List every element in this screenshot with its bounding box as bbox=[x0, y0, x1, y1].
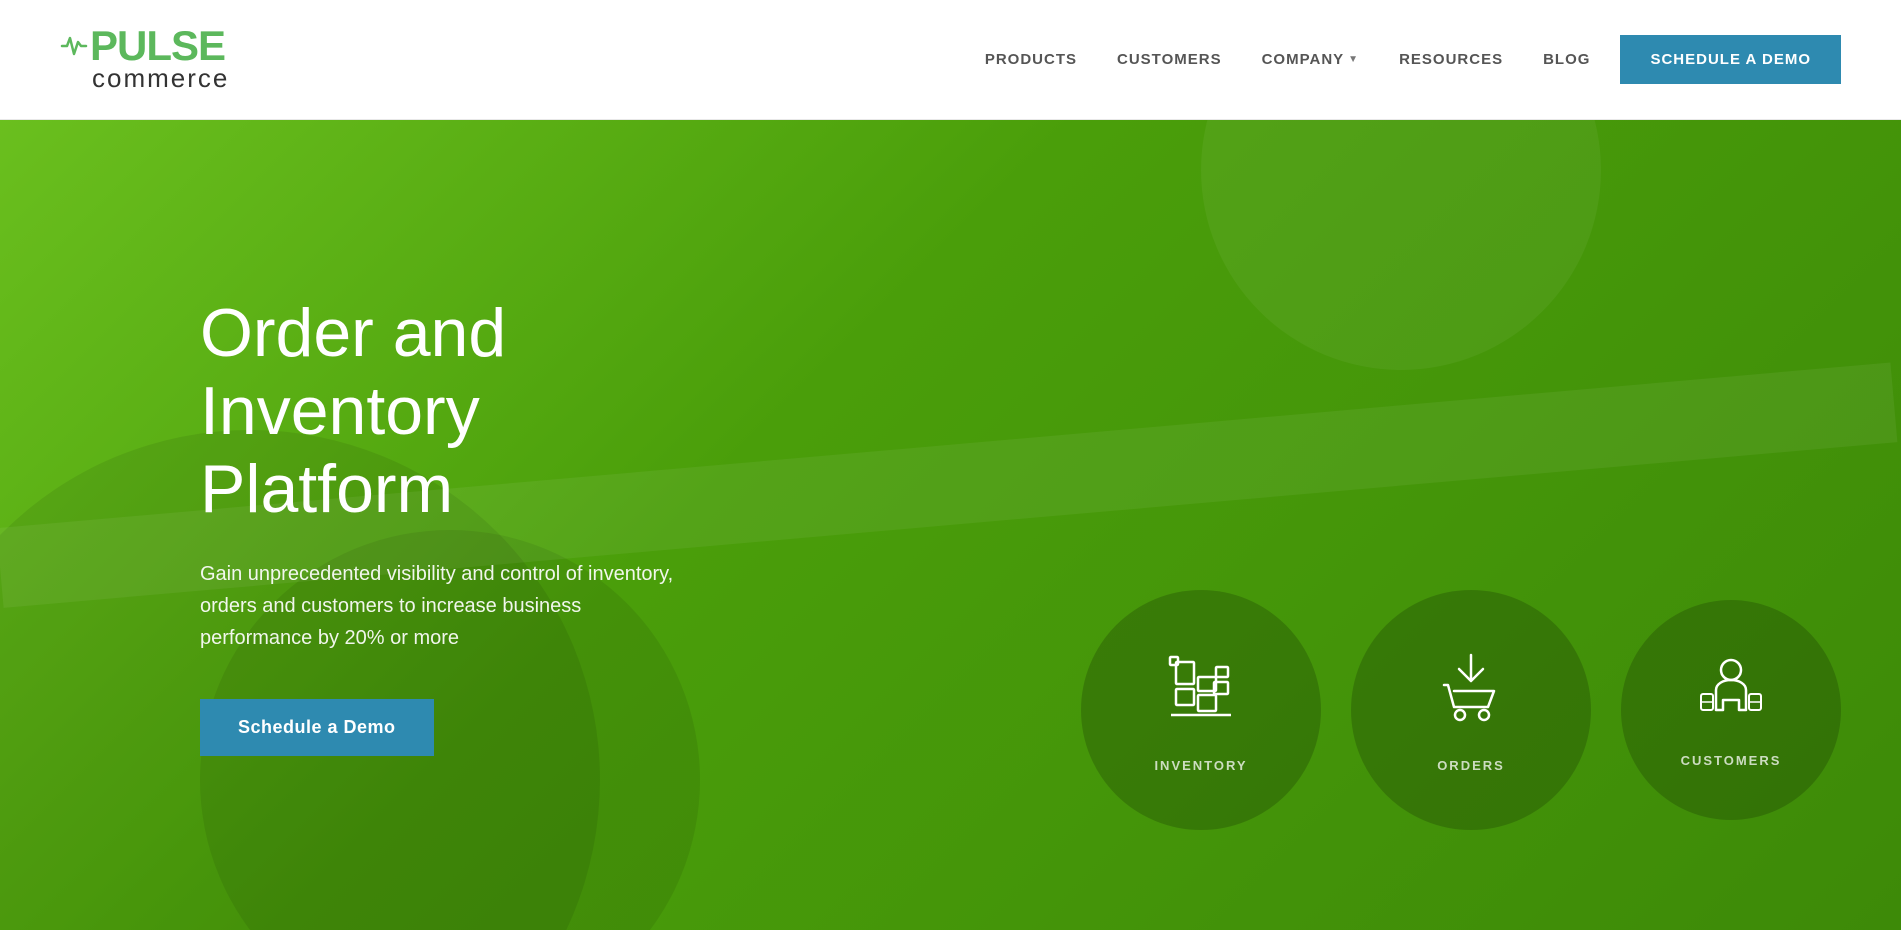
hero-content: Order and Inventory Platform Gain unprec… bbox=[0, 214, 750, 837]
hero-section: Order and Inventory Platform Gain unprec… bbox=[0, 120, 1901, 930]
orders-label: ORDERS bbox=[1437, 758, 1505, 773]
nav-item-customers[interactable]: CUSTOMERS bbox=[1117, 51, 1222, 68]
inventory-icon bbox=[1156, 647, 1246, 742]
logo[interactable]: PULSE commerce bbox=[60, 25, 229, 94]
hero-title: Order and Inventory Platform bbox=[200, 294, 690, 529]
header-schedule-demo-button[interactable]: SCHEDULE A DEMO bbox=[1620, 35, 1841, 84]
feature-customers[interactable]: CUSTOMERS bbox=[1621, 600, 1841, 820]
feature-orders[interactable]: ORDERS bbox=[1351, 590, 1591, 830]
feature-inventory[interactable]: INVENTORY bbox=[1081, 590, 1321, 830]
hero-features: INVENTORY ORDERS bbox=[1081, 590, 1841, 830]
customers-icon bbox=[1691, 652, 1771, 737]
logo-pulse: PULSE bbox=[60, 25, 229, 67]
orders-icon bbox=[1426, 647, 1516, 742]
inventory-label: INVENTORY bbox=[1154, 758, 1247, 773]
nav-item-products[interactable]: PRODUCTS bbox=[985, 51, 1077, 68]
chevron-down-icon: ▼ bbox=[1348, 54, 1359, 65]
pulse-icon bbox=[60, 32, 88, 60]
nav-item-company[interactable]: COMPANY ▼ bbox=[1262, 51, 1359, 68]
main-nav: PRODUCTS CUSTOMERS COMPANY ▼ RESOURCES B… bbox=[985, 51, 1591, 68]
header: PULSE commerce PRODUCTS CUSTOMERS COMPAN… bbox=[0, 0, 1901, 120]
customers-label: CUSTOMERS bbox=[1681, 753, 1782, 768]
bg-circle-3 bbox=[1201, 120, 1601, 370]
logo-commerce-text: commerce bbox=[92, 63, 229, 94]
nav-item-resources[interactable]: RESOURCES bbox=[1399, 51, 1503, 68]
nav-item-blog[interactable]: BLOG bbox=[1543, 51, 1590, 68]
hero-subtitle: Gain unprecedented visibility and contro… bbox=[200, 558, 690, 654]
hero-schedule-demo-button[interactable]: Schedule a Demo bbox=[200, 699, 434, 756]
logo-pulse-text: PULSE bbox=[90, 25, 225, 67]
